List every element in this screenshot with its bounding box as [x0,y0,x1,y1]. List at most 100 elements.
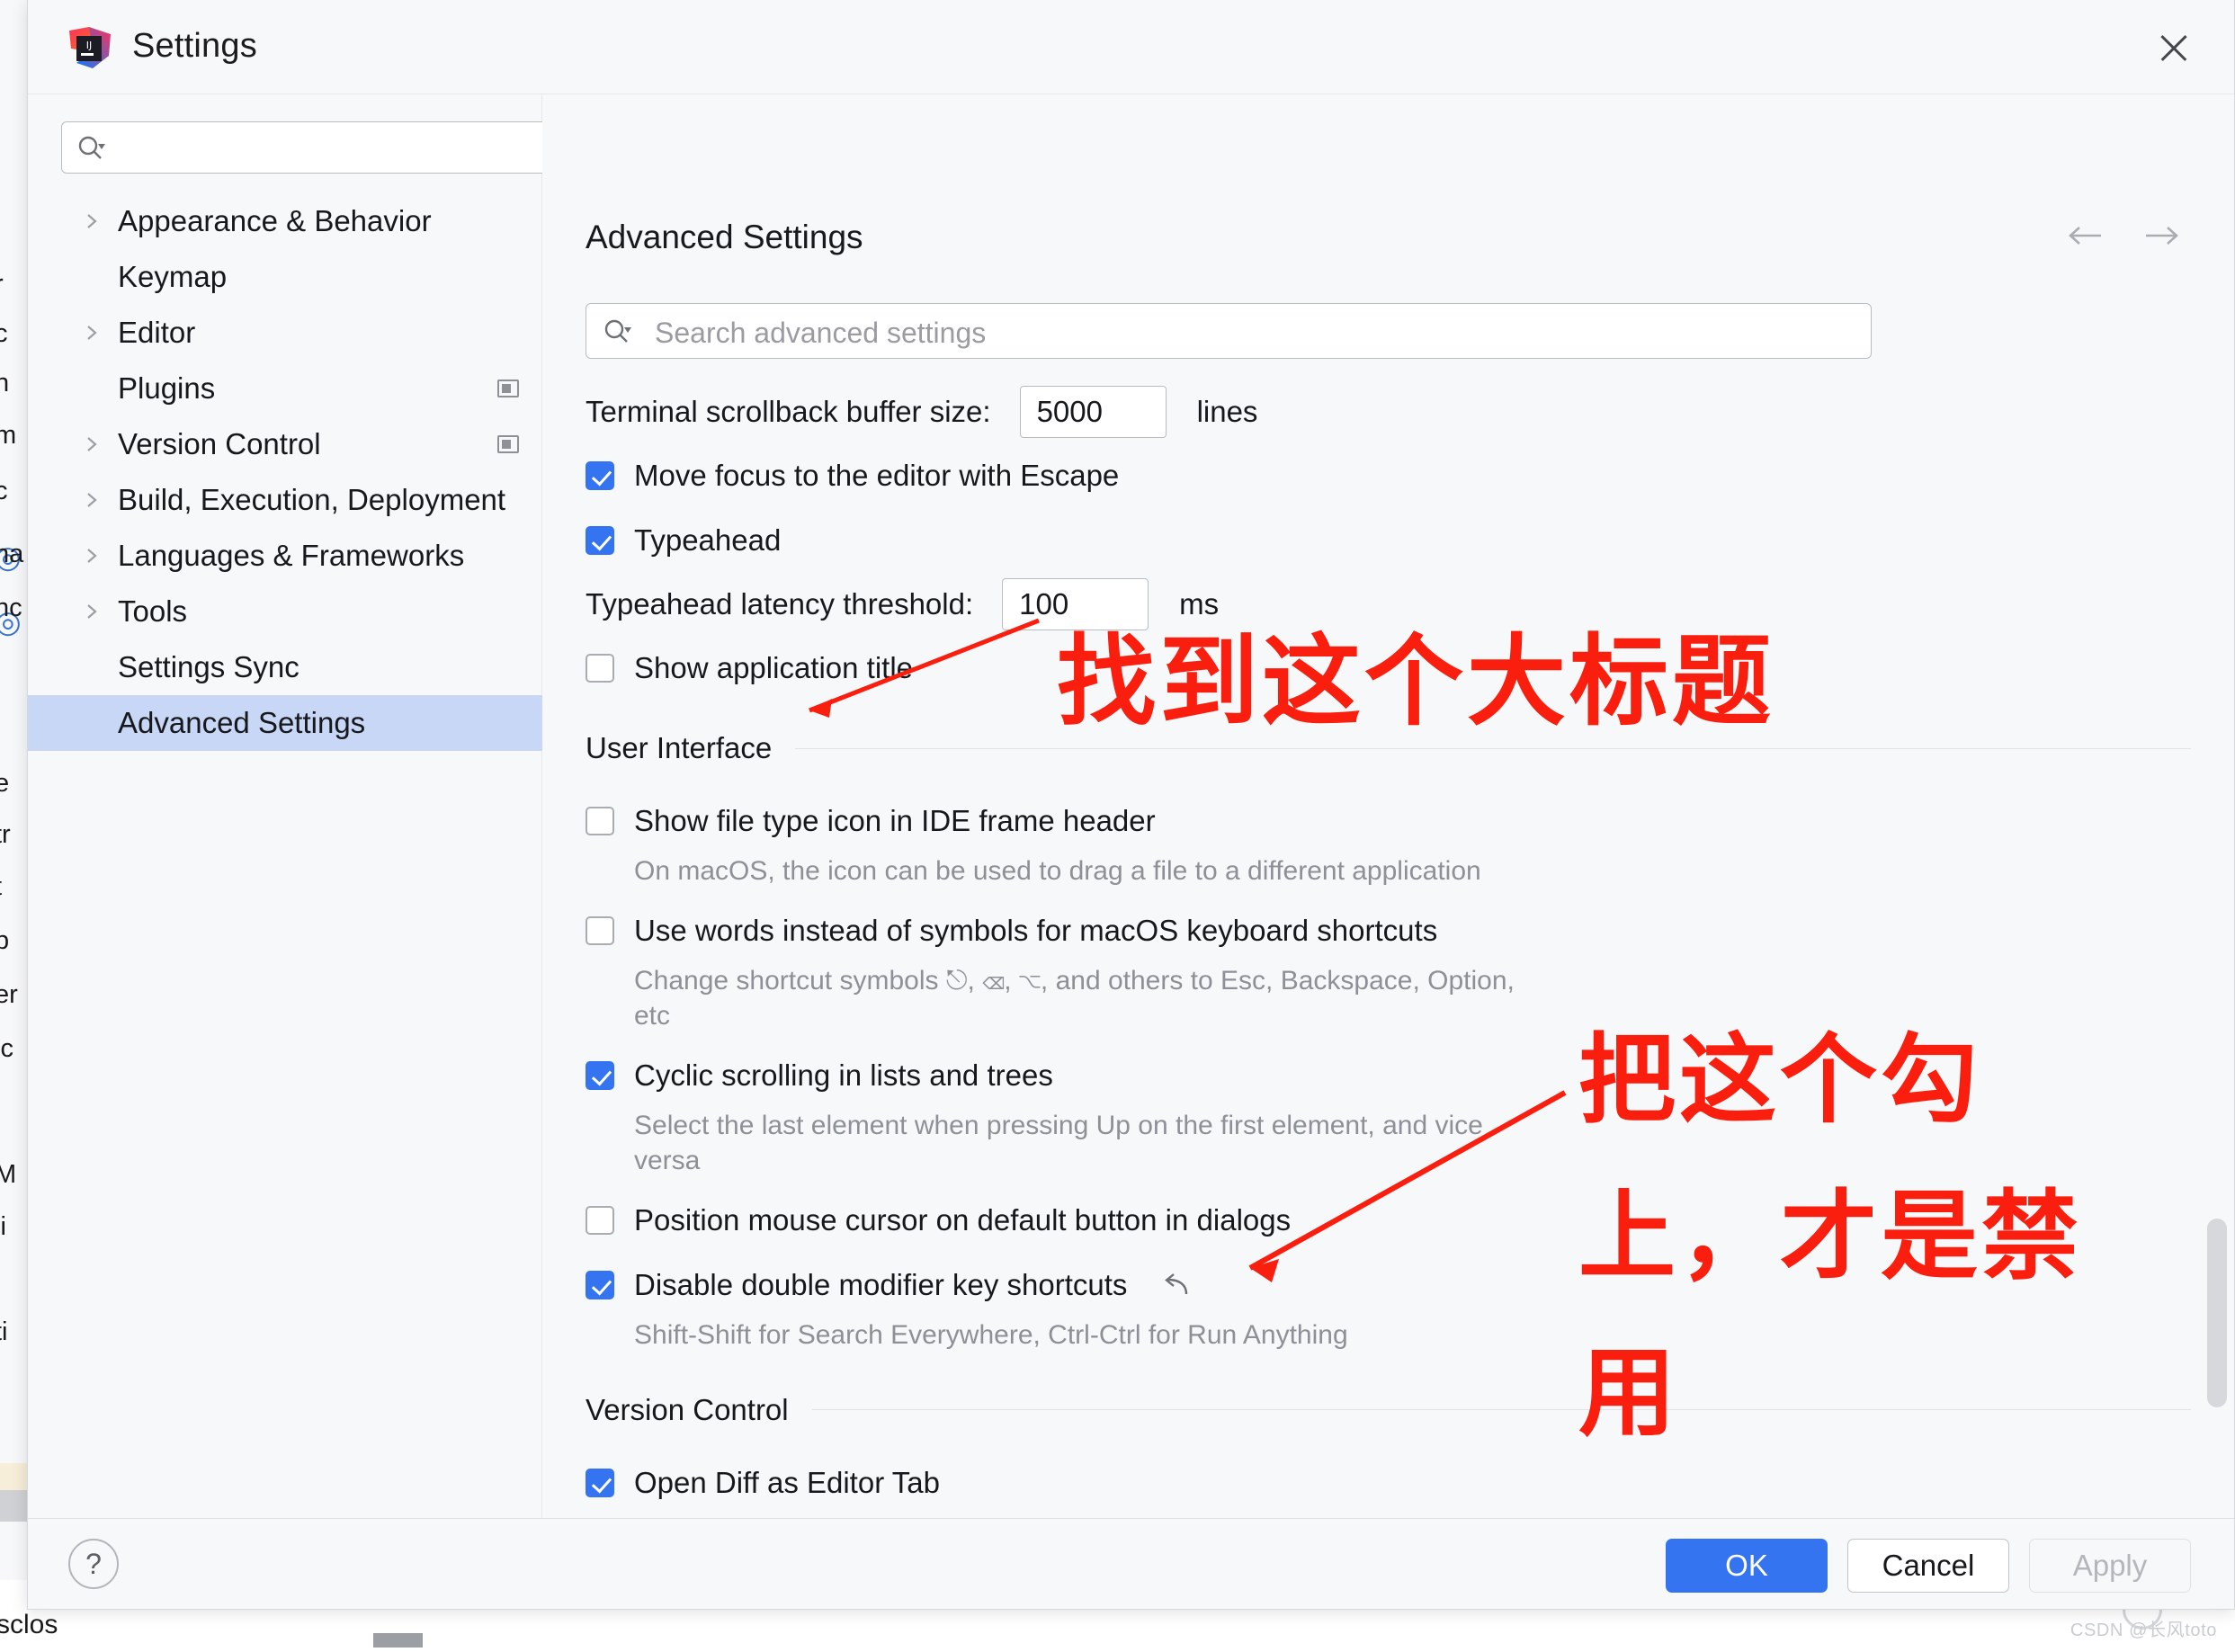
user-interface-section-header: User Interface [542,701,2234,789]
background-text-fragment: e [0,769,9,799]
setting-label: Show application title [634,651,914,684]
help-button[interactable]: ? [68,1539,119,1589]
show-file-type-icon-checkbox[interactable] [586,807,614,835]
setting-label: Disable double modifier key shortcuts [634,1267,1128,1301]
background-text-fragment: tr [0,820,11,849]
advanced-settings-search-input[interactable]: Search advanced settings [586,303,1872,359]
background-text-fragment: c [0,319,8,349]
setting-unit: lines [1196,395,1258,428]
footer-buttons: OK Cancel Apply [1666,1539,2191,1593]
sidebar-item-settings-sync[interactable]: Settings Sync [28,639,542,695]
setting-description: Select the last element when pressing Up… [634,1110,1483,1176]
cyclic-scrolling-checkbox[interactable] [586,1060,614,1090]
revert-icon[interactable] [1161,1272,1192,1299]
background-text-fragment: M [0,1160,16,1190]
settings-rows: Terminal scrollback buffer size: 5000 li… [542,380,2234,1515]
section-label: User Interface [586,731,773,764]
settings-dialog: IJ Settings Appearance & Behavior Keymap… [27,0,2235,1610]
navigation-arrows [2067,220,2180,251]
sidebar-item-appearance-behavior[interactable]: Appearance & Behavior [28,193,542,249]
section-divider [811,1409,2191,1411]
background-text-fragment: ic [0,1034,13,1063]
sidebar-item-languages-frameworks[interactable]: Languages & Frameworks [28,528,542,584]
sidebar-item-editor[interactable]: Editor [28,305,542,361]
ok-button[interactable]: OK [1666,1539,1828,1593]
setting-row-show-file-type-icon: Show file type icon in IDE frame header … [542,789,2234,898]
sidebar-item-version-control[interactable]: Version Control [28,416,542,472]
background-text-fragment: li [0,1212,6,1241]
setting-label: Typeahead [634,523,782,557]
background-tab-chip [373,1633,423,1648]
setting-row-typeahead-latency: Typeahead latency threshold: 100 ms [542,573,2234,636]
setting-row-position-mouse-cursor: Position mouse cursor on default button … [542,1188,2234,1253]
setting-label: Show file type icon in IDE frame header [634,804,1156,837]
close-icon[interactable] [2151,25,2196,70]
typeahead-latency-input[interactable]: 100 [1002,578,1149,630]
sidebar-item-label: Build, Execution, Deployment [118,483,506,516]
settings-sidebar: Appearance & Behavior Keymap Editor Plug… [28,94,547,1518]
background-status-text: sclos [0,1610,58,1639]
typeahead-checkbox[interactable] [586,526,614,555]
setting-row-use-words-macos-shortcuts: Use words instead of symbols for macOS k… [542,898,2234,1043]
open-diff-as-editor-tab-checkbox[interactable] [586,1468,614,1497]
sidebar-item-plugins[interactable]: Plugins [28,361,542,416]
page-title: Advanced Settings [586,219,863,255]
background-text-fragment: t [0,872,2,902]
arrow-left-icon[interactable] [2067,220,2105,251]
settings-tree: Appearance & Behavior Keymap Editor Plug… [28,193,542,751]
setting-row-terminal-scrollback: Terminal scrollback buffer size: 5000 li… [542,380,2234,443]
move-focus-escape-checkbox[interactable] [586,461,614,490]
chevron-right-icon [87,214,97,228]
setting-row-typeahead: Typeahead [542,508,2234,573]
show-application-title-checkbox[interactable] [586,654,614,683]
main-panel-scrollbar[interactable] [2207,1219,2227,1407]
chevron-right-icon [87,437,97,451]
setting-row-move-focus-escape: Move focus to the editor with Escape [542,443,2234,508]
setting-row-disable-double-modifier: Disable double modifier key shortcuts Sh… [542,1253,2234,1362]
dialog-title: Settings [132,27,257,65]
version-control-section-header: Version Control [542,1362,2234,1451]
use-words-macos-shortcuts-checkbox[interactable] [586,915,614,945]
version-control-badge-icon [497,435,519,453]
sidebar-item-build-execution-deployment[interactable]: Build, Execution, Deployment [28,472,542,528]
search-icon [78,136,105,159]
sidebar-item-label: Advanced Settings [118,706,366,739]
plugins-badge-icon [497,380,519,397]
setting-label: Typeahead latency threshold: [586,587,974,621]
setting-label: Cyclic scrolling in lists and trees [634,1058,1053,1092]
sidebar-item-label: Languages & Frameworks [118,539,465,572]
intellij-idea-icon: IJ [69,27,111,68]
dialog-titlebar: IJ Settings [28,0,2234,94]
background-text-fragment: ti [0,1317,8,1346]
sidebar-item-label: Plugins [118,371,216,405]
disable-double-modifier-checkbox[interactable] [586,1270,614,1299]
section-label: Version Control [586,1392,789,1426]
sidebar-item-label: Appearance & Behavior [118,204,432,237]
sidebar-item-advanced-settings[interactable]: Advanced Settings [28,695,542,751]
setting-row-cyclic-scrolling: Cyclic scrolling in lists and trees Sele… [542,1043,2234,1188]
setting-row-open-diff-as-editor-tab: Open Diff as Editor Tab [542,1451,2234,1515]
dialog-body: Appearance & Behavior Keymap Editor Plug… [28,94,2234,1518]
background-text-fragment: r [0,270,4,299]
apply-button[interactable]: Apply [2029,1539,2191,1593]
sidebar-search-input[interactable] [61,121,547,174]
sidebar-item-keymap[interactable]: Keymap [28,249,542,305]
arrow-right-icon[interactable] [2142,220,2180,251]
background-text-fragment: m [0,421,16,451]
settings-main-panel: Advanced Settings Search advanced settin… [542,94,2234,1518]
cancel-button[interactable]: Cancel [1847,1539,2009,1593]
chevron-right-icon [87,326,97,340]
sidebar-item-tools[interactable]: Tools [28,584,542,639]
terminal-scrollback-input[interactable]: 5000 [1019,386,1167,438]
search-icon [604,319,631,343]
background-text-fragment: p [0,926,9,956]
dialog-footer: ? OK Cancel Apply [28,1518,2234,1609]
setting-description: Change shortcut symbols ⎋, ⌫, ⌥, and oth… [634,965,1515,1031]
setting-label: Open Diff as Editor Tab [634,1465,940,1499]
position-mouse-cursor-checkbox[interactable] [586,1205,614,1235]
background-text-fragment: nc [0,594,22,622]
setting-label: Terminal scrollback buffer size: [586,395,991,428]
setting-row-show-application-title: Show application title [542,636,2234,701]
setting-description: On macOS, the icon can be used to drag a… [634,856,1481,886]
background-text-fragment: er [0,980,18,1009]
